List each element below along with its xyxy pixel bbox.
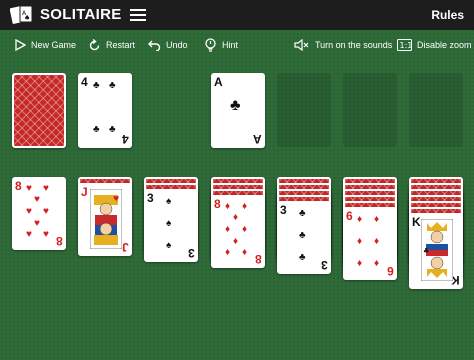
diamond-pip-icon: ♦ — [225, 247, 231, 258]
diamond-pip-icon: ♦ — [225, 201, 231, 212]
tableau-card[interactable]: 3 3 ♠ ♠ ♠ — [144, 189, 198, 262]
king-portrait-icon: ♣ — [421, 219, 453, 281]
club-pip-icon: ♣ — [230, 97, 241, 114]
foundation-slot[interactable] — [277, 73, 331, 147]
diamond-pip-icon: ♦ — [374, 214, 380, 225]
card-rank: 6 — [387, 264, 394, 278]
card-rank: 4 — [122, 132, 129, 146]
sound-label: Turn on the sounds — [315, 40, 393, 50]
card-rank: 8 — [214, 197, 221, 211]
zoom-label: Disable zoom — [417, 40, 472, 50]
tableau-card[interactable]: 6 6 ♦ ♦ ♦ ♦ ♦ ♦ — [343, 207, 397, 280]
svg-text:1:1: 1:1 — [400, 41, 413, 50]
heart-pip-icon: ♥ — [26, 229, 32, 240]
heart-pip-icon: ♥ — [43, 229, 49, 240]
diamond-pip-icon: ♦ — [374, 258, 380, 269]
club-pip-icon: ♣ — [93, 80, 100, 91]
foundation-card[interactable]: A A ♣ — [211, 73, 265, 148]
club-pip-icon: ♣ — [109, 80, 116, 91]
heart-pip-icon: ♥ — [34, 218, 40, 229]
tableau-card[interactable]: 8 8 ♦ ♦ ♦ ♦ ♦ ♦ ♦ ♦ — [211, 195, 265, 268]
foundation-slot[interactable] — [343, 73, 397, 147]
diamond-pip-icon: ♦ — [242, 201, 248, 212]
card-rank: A — [253, 132, 262, 146]
toolbar: New Game Restart Undo Hint Turn on the s… — [0, 30, 474, 60]
club-pip-icon: ♣ — [93, 124, 100, 135]
zoom-toggle-button[interactable]: 1:1 Disable zoom — [397, 37, 472, 53]
heart-pip-icon: ♥ — [43, 206, 49, 217]
jack-portrait-icon: ♥ — [90, 189, 122, 249]
hamburger-menu-icon[interactable] — [130, 9, 146, 21]
diamond-pip-icon: ♦ — [233, 212, 239, 223]
card-rank: 8 — [255, 252, 262, 266]
tableau-card[interactable]: 8 8 ♥ ♥ ♥ ♥ ♥ ♥ ♥ ♥ — [12, 177, 66, 250]
stock-pile[interactable] — [12, 73, 66, 148]
card-rank: J — [81, 185, 88, 199]
svg-text:♥: ♥ — [113, 195, 119, 203]
diamond-pip-icon: ♦ — [242, 224, 248, 235]
heart-pip-icon: ♥ — [43, 183, 49, 194]
new-game-button[interactable]: New Game — [14, 37, 76, 53]
top-bar: A ♠ SOLITAIRE Rules — [0, 0, 474, 30]
diamond-pip-icon: ♦ — [242, 247, 248, 258]
card-rank: 8 — [56, 234, 63, 248]
card-rank: 4 — [81, 75, 88, 89]
tableau-card[interactable]: J J ♥ — [78, 183, 132, 256]
card-rank: 3 — [147, 191, 154, 205]
club-pip-icon: ♣ — [299, 230, 306, 241]
card-rank: A — [214, 75, 223, 89]
spade-pip-icon: ♠ — [166, 196, 172, 207]
tableau-card[interactable]: K K ♣ — [409, 213, 463, 289]
hint-button[interactable]: Hint — [204, 37, 238, 53]
play-icon — [15, 39, 26, 51]
card-rank: 3 — [280, 203, 287, 217]
svg-text:♣: ♣ — [423, 247, 429, 255]
card-rank: 8 — [15, 179, 22, 193]
sound-toggle-button[interactable]: Turn on the sounds — [294, 37, 392, 53]
spade-pip-icon: ♠ — [166, 218, 172, 229]
svg-text:♠: ♠ — [24, 14, 30, 22]
zoom-1-1-icon: 1:1 — [397, 39, 412, 51]
diamond-pip-icon: ♦ — [233, 236, 239, 247]
new-game-label: New Game — [31, 40, 77, 50]
heart-pip-icon: ♥ — [34, 194, 40, 205]
waste-card[interactable]: 4 4 ♣ ♣ ♣ ♣ — [78, 73, 132, 148]
spade-pip-icon: ♠ — [166, 240, 172, 251]
tableau-card[interactable]: 3 3 ♣ ♣ ♣ — [277, 201, 331, 274]
heart-pip-icon: ♥ — [26, 206, 32, 217]
card-rank: K — [412, 215, 421, 229]
undo-label: Undo — [166, 40, 188, 50]
club-pip-icon: ♣ — [299, 252, 306, 263]
hint-label: Hint — [222, 40, 239, 50]
rules-link[interactable]: Rules — [431, 8, 464, 22]
card-rank: 3 — [188, 246, 195, 260]
card-rank: 6 — [346, 209, 353, 223]
diamond-pip-icon: ♦ — [374, 236, 380, 247]
club-pip-icon: ♣ — [299, 208, 306, 219]
restart-icon — [89, 38, 100, 50]
lightbulb-icon — [205, 38, 216, 52]
diamond-pip-icon: ♦ — [225, 224, 231, 235]
undo-icon — [148, 40, 161, 51]
muted-speaker-icon — [294, 39, 309, 51]
card-rank: 3 — [321, 258, 328, 272]
club-pip-icon: ♣ — [109, 124, 116, 135]
app-title: SOLITAIRE — [40, 6, 122, 23]
undo-button[interactable]: Undo — [148, 37, 188, 53]
restart-button[interactable]: Restart — [88, 37, 135, 53]
diamond-pip-icon: ♦ — [357, 214, 363, 225]
logo-icon: A ♠ — [10, 5, 33, 24]
card-rank: J — [122, 240, 129, 254]
restart-label: Restart — [106, 40, 136, 50]
diamond-pip-icon: ♦ — [357, 236, 363, 247]
diamond-pip-icon: ♦ — [357, 258, 363, 269]
foundation-slot[interactable] — [409, 73, 463, 147]
heart-pip-icon: ♥ — [26, 183, 32, 194]
